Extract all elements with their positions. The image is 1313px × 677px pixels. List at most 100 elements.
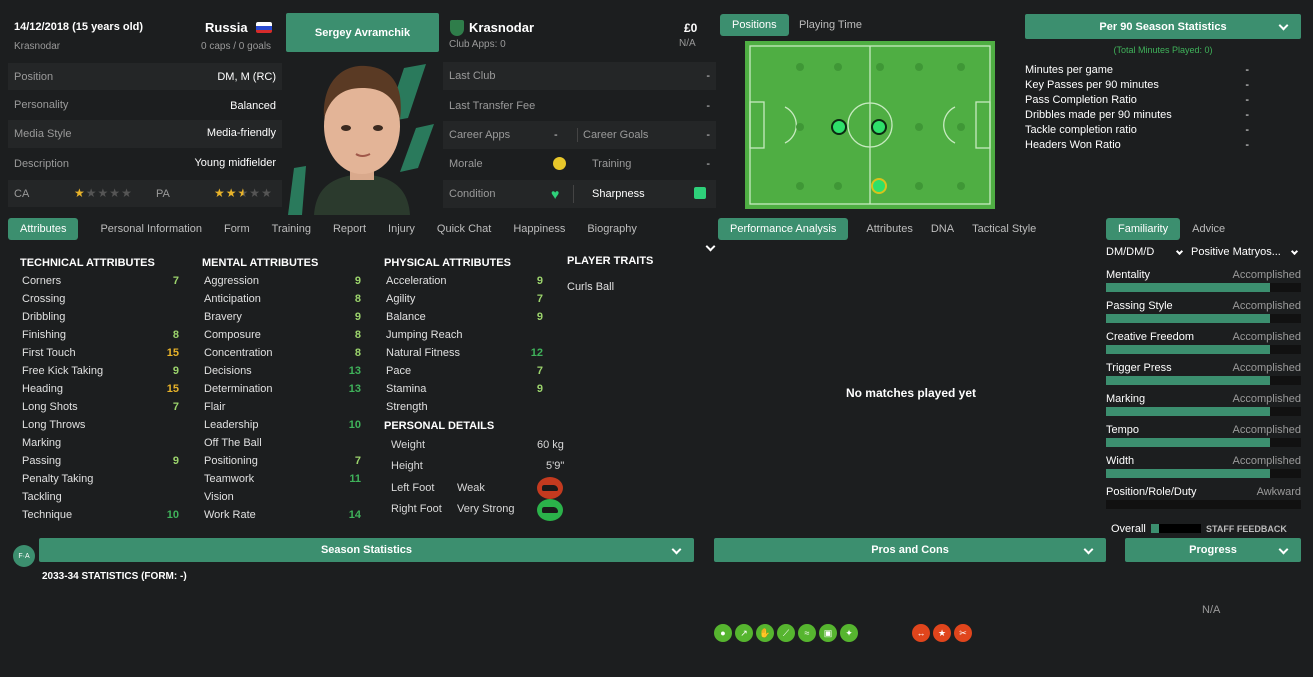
attribute-row[interactable]: Composure 8 [202,326,364,344]
chevron-down-icon[interactable] [705,241,716,252]
attribute-row[interactable]: Decisions 13 [202,362,364,380]
tab-injury[interactable]: Injury [388,223,415,235]
tab-dna[interactable]: DNA [931,223,954,235]
attribute-row[interactable]: Acceleration 9 [384,272,546,290]
attribute-row[interactable]: Determination 13 [202,380,364,398]
career-apps-label: Career Apps [449,129,511,141]
staff-feedback-link[interactable]: STAFF FEEDBACK [1206,524,1287,534]
trait-item[interactable]: Curls Ball [567,281,707,293]
tab-training[interactable]: Training [272,223,311,235]
tab-positions[interactable]: Positions [720,14,789,36]
attribute-row[interactable]: Flair [202,398,364,416]
strength-icon[interactable]: ↔ [912,624,930,642]
tab-personal-information[interactable]: Personal Information [100,223,202,235]
card-icon[interactable]: ▣ [819,624,837,642]
per90-dropdown[interactable]: Per 90 Season Statistics [1025,14,1301,39]
star-icon: ★ [214,186,226,200]
tab-attributes[interactable]: Attributes [8,218,79,240]
attribute-row[interactable]: Jumping Reach [384,326,546,344]
player-name-button[interactable]: Sergey Avramchik [286,13,439,52]
attribute-row[interactable]: Free Kick Taking 9 [20,362,182,380]
attribute-row[interactable]: Bravery 9 [202,308,364,326]
tab-happiness[interactable]: Happiness [513,223,565,235]
attribute-row[interactable]: Dribbling [20,308,182,326]
tab-quick-chat[interactable]: Quick Chat [437,223,491,235]
trend-icon[interactable]: ↗ [735,624,753,642]
attribute-label: Long Throws [22,419,86,431]
attribute-value: 8 [354,329,361,341]
pros-cons-dropdown[interactable]: Pros and Cons [714,538,1106,562]
attribute-row[interactable]: Anticipation 8 [202,290,364,308]
attribute-row[interactable]: First Touch 15 [20,344,182,362]
tab-playing-time[interactable]: Playing Time [799,19,862,31]
season-statistics-dropdown[interactable]: Season Statistics [39,538,694,562]
attribute-row[interactable]: Long Throws [20,416,182,434]
attribute-row[interactable]: Penalty Taking [20,470,182,488]
condition-row: Condition ♥ Sharpness [443,180,716,208]
attribute-row[interactable]: Agility 7 [384,290,546,308]
attribute-row[interactable]: Positioning 7 [202,452,364,470]
morale-row: Morale Training - [443,150,716,178]
tab-report[interactable]: Report [333,223,366,235]
boot-icon[interactable]: ⟋ [777,624,795,642]
attribute-row[interactable]: Balance 9 [384,308,546,326]
attribute-row[interactable]: Long Shots 7 [20,398,182,416]
star-icon[interactable]: ★ [933,624,951,642]
attribute-label: Free Kick Taking [22,365,104,377]
tab-performance-analysis[interactable]: Performance Analysis [718,218,849,240]
chevron-down-icon [671,544,682,555]
attribute-label: Determination [204,383,273,395]
personality-label: Personality [14,99,69,111]
condition-label: Condition [449,188,496,200]
ca-label: CA [14,188,30,200]
progress-dropdown[interactable]: Progress [1125,538,1301,562]
attribute-label: Jumping Reach [386,329,463,341]
attribute-row[interactable]: Marking [20,434,182,452]
attribute-row[interactable]: Finishing 8 [20,326,182,344]
tab-attributes[interactable]: Attributes [866,223,912,235]
pass-icon[interactable]: ≈ [798,624,816,642]
tactic-select[interactable]: Positive Matryos... [1191,246,1301,263]
tackle-icon[interactable]: ✦ [840,624,858,642]
attribute-row[interactable]: Natural Fitness 12 [384,344,546,362]
attribute-row[interactable]: Crossing [20,290,182,308]
familiarity-label: Mentality [1106,269,1151,281]
attribute-row[interactable]: Technique 10 [20,506,182,524]
tab-familiarity[interactable]: Familiarity [1106,218,1181,240]
attribute-value: 7 [172,401,179,413]
club-name[interactable]: Krasnodar [469,20,534,35]
tab-tactical-style[interactable]: Tactical Style [972,223,1036,235]
attribute-row[interactable]: Off The Ball [202,434,364,452]
attribute-row[interactable]: Teamwork 11 [202,470,364,488]
attribute-row[interactable]: Aggression 9 [202,272,364,290]
physical-attributes: PHYSICAL ATTRIBUTES Acceleration 9 Agility… [384,257,546,416]
russia-flag-icon [256,22,272,33]
shot-icon[interactable]: ● [714,624,732,642]
attribute-row[interactable]: Stamina 9 [384,380,546,398]
overall-bar [1151,524,1201,533]
attribute-value: 9 [536,275,543,287]
role-select[interactable]: DM/DM/D [1106,246,1184,263]
description-label: Description [14,158,70,170]
attribute-row[interactable]: Pace 7 [384,362,546,380]
nation-name[interactable]: Russia [205,20,248,35]
attribute-row[interactable]: Corners 7 [20,272,182,290]
kick-icon[interactable]: ✂ [954,624,972,642]
attribute-row[interactable]: Concentration 8 [202,344,364,362]
career-goals-label: Career Goals [583,129,649,141]
attribute-row[interactable]: Leadership 10 [202,416,364,434]
tab-biography[interactable]: Biography [587,223,637,235]
attribute-row[interactable]: Vision [202,488,364,506]
attribute-row[interactable]: Passing 9 [20,452,182,470]
caps-goals: 0 caps / 0 goals [201,41,272,52]
tactic-select-value: Positive Matryos... [1191,246,1281,258]
ca-stars: ★★★★★ [74,186,133,200]
attribute-row[interactable]: Heading 15 [20,380,182,398]
glove-icon[interactable]: ✋ [756,624,774,642]
attribute-row[interactable]: Tackling [20,488,182,506]
tab-advice[interactable]: Advice [1192,223,1225,235]
attribute-label: Concentration [204,347,273,359]
tab-form[interactable]: Form [224,223,250,235]
attribute-row[interactable]: Work Rate 14 [202,506,364,524]
attribute-row[interactable]: Strength [384,398,546,416]
